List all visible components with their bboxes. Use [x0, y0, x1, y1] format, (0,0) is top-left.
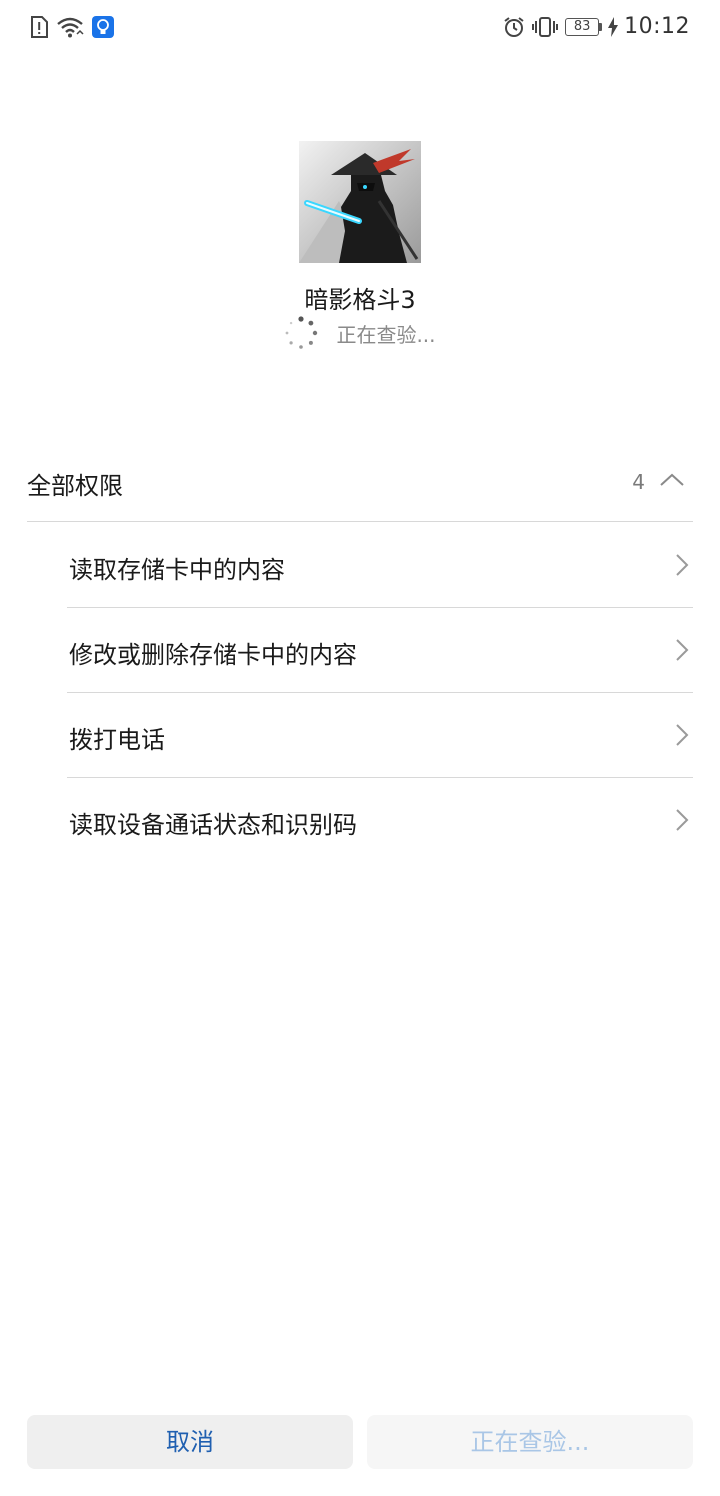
status-bar-left — [30, 16, 114, 38]
chevron-right-icon — [675, 553, 689, 577]
permission-item[interactable]: 拨打电话 — [67, 693, 693, 778]
permission-item[interactable]: 读取存储卡中的内容 — [67, 523, 693, 608]
app-icon — [299, 141, 421, 263]
app-name: 暗影格斗3 — [304, 286, 416, 314]
permission-label: 读取设备通话状态和识别码 — [69, 811, 357, 839]
permissions-count: 4 — [632, 470, 645, 494]
verify-status-text: 正在查验... — [336, 322, 436, 347]
permissions-title: 全部权限 — [27, 472, 123, 500]
battery-icon: 83 — [565, 17, 603, 36]
notification-app-icon — [92, 16, 114, 38]
permission-label: 修改或删除存储卡中的内容 — [69, 641, 357, 669]
status-bar: 83 10:12 — [0, 0, 720, 58]
permission-item[interactable]: 修改或删除存储卡中的内容 — [67, 608, 693, 693]
vibrate-icon — [531, 16, 559, 38]
status-bar-right: 83 10:12 — [503, 14, 690, 39]
permission-item[interactable]: 读取设备通话状态和识别码 — [67, 778, 693, 863]
verifying-button: 正在查验... — [367, 1415, 693, 1469]
sim-alert-icon — [30, 16, 48, 38]
chevron-up-icon[interactable] — [659, 470, 685, 490]
permissions-list: 读取存储卡中的内容 修改或删除存储卡中的内容 拨打电话 读取设备通话状态和识别码 — [67, 523, 693, 863]
chevron-right-icon — [675, 723, 689, 747]
battery-level: 83 — [565, 17, 600, 36]
wifi-icon — [56, 16, 84, 38]
permission-label: 拨打电话 — [69, 726, 165, 754]
clock: 10:12 — [624, 14, 690, 39]
permission-label: 读取存储卡中的内容 — [69, 556, 285, 584]
cancel-button[interactable]: 取消 — [27, 1415, 353, 1469]
verify-status: 正在查验... — [0, 316, 720, 350]
install-permission-screen: 83 10:12 暗影格斗3 正在查验... 全部权限 4 读取存储卡中的内容 … — [0, 0, 720, 1496]
permissions-header[interactable]: 全部权限 4 — [27, 444, 693, 522]
chevron-right-icon — [675, 638, 689, 662]
loading-spinner-icon — [284, 316, 318, 350]
chevron-right-icon — [675, 808, 689, 832]
alarm-icon — [503, 16, 525, 38]
charging-icon — [608, 16, 619, 37]
